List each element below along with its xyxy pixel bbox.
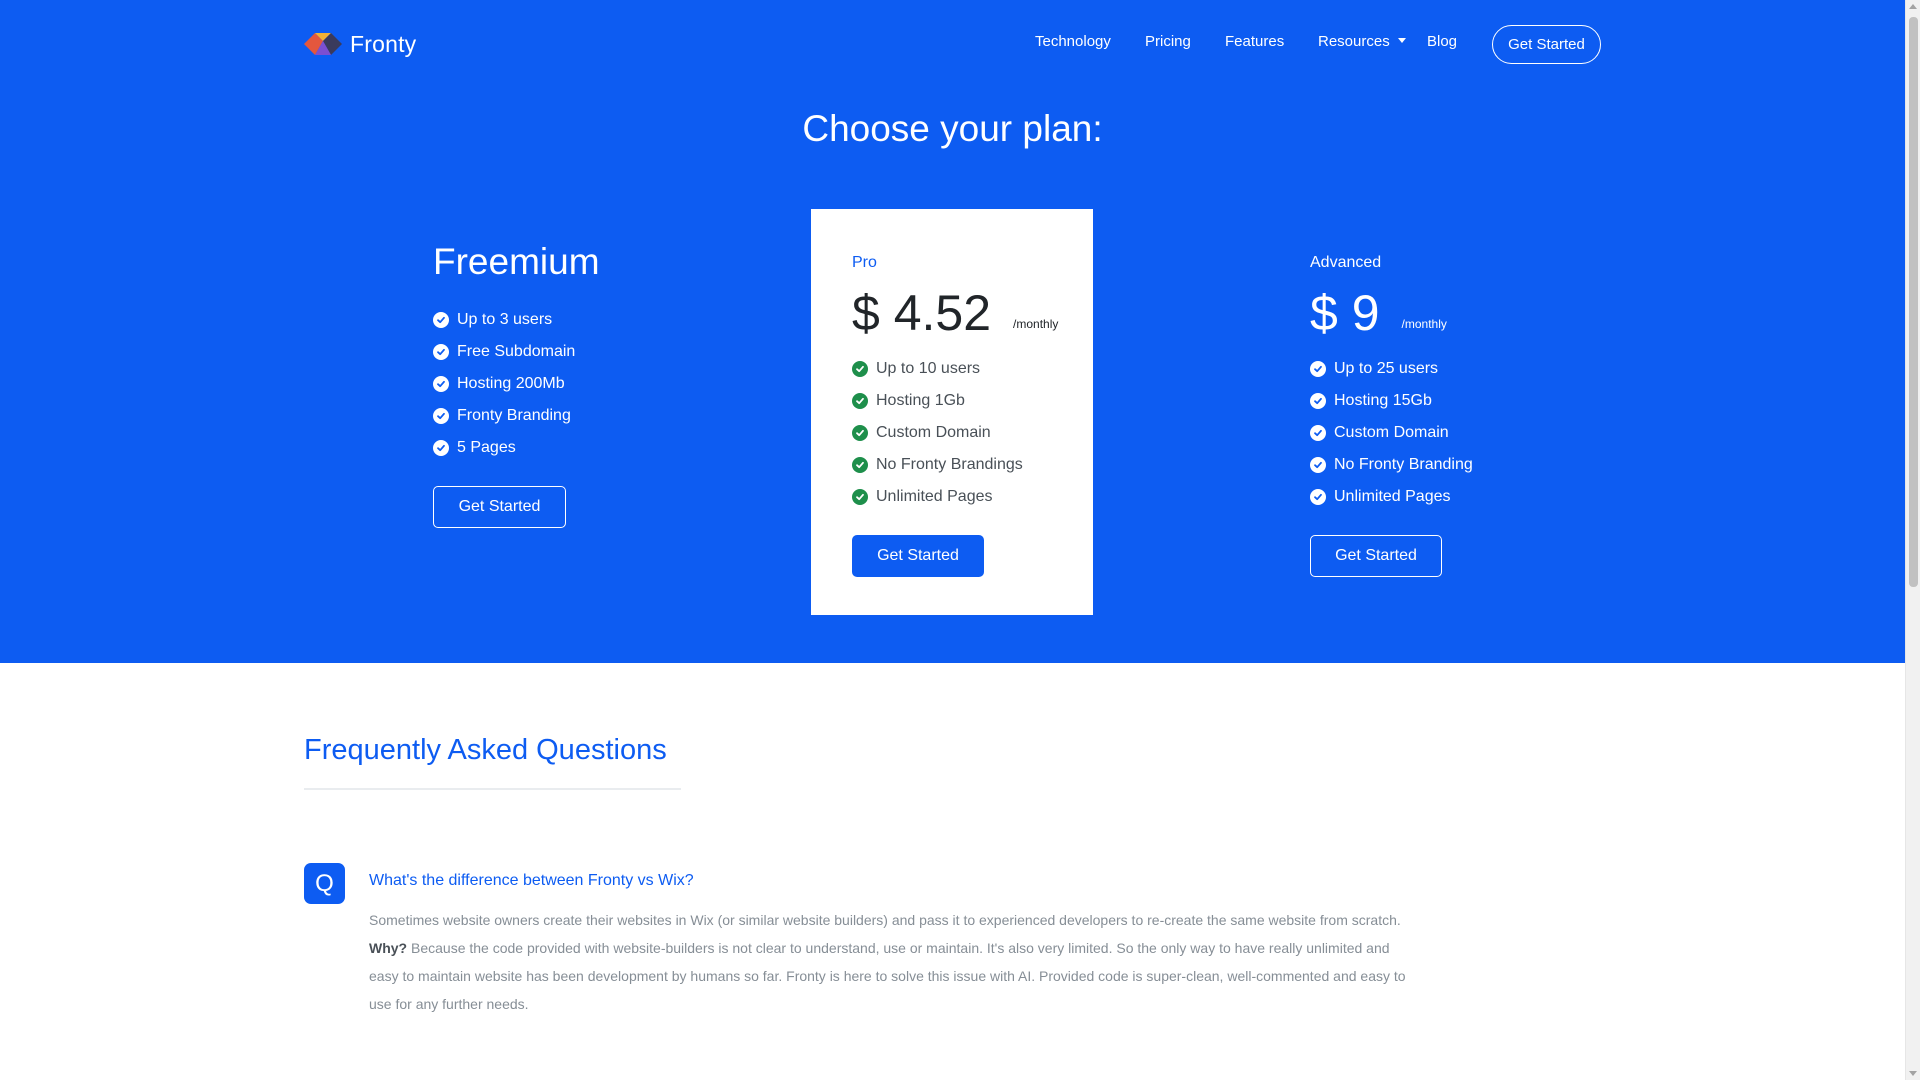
faq-answer-body: Because the code provided with website-b… <box>369 940 1406 1012</box>
plan-feature: Hosting 15Gb <box>1310 385 1610 417</box>
plan-feature-label: Hosting 1Gb <box>876 392 965 409</box>
plan-price: $ 4.52 /monthly <box>852 279 1093 339</box>
plan-feature-list: Up to 3 users Free Subdomain Hosting 200… <box>433 304 733 464</box>
check-circle-icon <box>1310 489 1326 505</box>
caret-down-icon <box>1397 38 1406 43</box>
plan-feature: Free Subdomain <box>433 336 733 368</box>
nav-dropdown-resources[interactable]: Resources <box>1318 33 1406 50</box>
page-scrollbar[interactable] <box>1905 0 1920 1080</box>
plan-feature-label: No Fronty Brandings <box>876 456 1023 473</box>
plan-feature-label: Up to 25 users <box>1334 360 1439 377</box>
plan-price: $ 9 /monthly <box>1310 279 1610 339</box>
price-amount: $ 4.52 <box>852 285 992 341</box>
plan-feature-label: No Fronty Branding <box>1334 456 1473 473</box>
plan-feature: Unlimited Pages <box>1310 481 1610 513</box>
plan-pro-card: Pro $ 4.52 /monthly Up to 10 users Hosti… <box>811 209 1093 615</box>
check-circle-icon <box>433 376 449 392</box>
page-title: Choose your plan: <box>802 108 1103 149</box>
nav-get-started-button[interactable]: Get Started <box>1492 25 1601 64</box>
check-circle-icon <box>1310 393 1326 409</box>
advanced-get-started-button[interactable]: Get Started <box>1310 535 1442 577</box>
check-circle-icon <box>1310 457 1326 473</box>
plan-feature: Unlimited Pages <box>852 481 1093 513</box>
check-circle-icon <box>852 457 868 473</box>
faq-question[interactable]: What's the difference between Fronty vs … <box>369 872 694 890</box>
faq-answer-label: Why? <box>369 940 408 956</box>
check-circle-icon <box>852 489 868 505</box>
pricing-hero: Fronty Technology Pricing Features Resou… <box>0 0 1905 663</box>
check-circle-icon <box>433 440 449 456</box>
faq-title: Frequently Asked Questions <box>304 734 667 766</box>
nav-link-blog[interactable]: Blog <box>1427 33 1457 50</box>
nav-link-features[interactable]: Features <box>1225 33 1284 50</box>
plan-feature-label: Custom Domain <box>876 424 991 441</box>
check-circle-icon <box>433 408 449 424</box>
plan-feature: No Fronty Branding <box>1310 449 1610 481</box>
scroll-down-arrow-icon[interactable] <box>1909 1071 1917 1076</box>
price-amount: $ 9 <box>1310 285 1380 341</box>
plan-feature-label: Custom Domain <box>1334 424 1449 441</box>
fronty-logo-icon <box>304 33 342 55</box>
plan-feature-label: 5 Pages <box>457 439 516 456</box>
faq-answer: Sometimes website owners create their we… <box>369 906 1409 1018</box>
top-navbar: Fronty Technology Pricing Features Resou… <box>0 0 1905 90</box>
scroll-up-arrow-icon[interactable] <box>1909 4 1917 9</box>
check-circle-icon <box>433 344 449 360</box>
check-circle-icon <box>1310 425 1326 441</box>
plan-advanced: Advanced $ 9 /monthly Up to 25 users Hos… <box>1310 240 1610 577</box>
plan-feature-label: Hosting 15Gb <box>1334 392 1432 409</box>
faq-question-badge: Q <box>304 863 345 904</box>
plan-freemium: Freemium Up to 3 users Free Subdomain Ho… <box>433 240 733 528</box>
plan-feature: Hosting 200Mb <box>433 368 733 400</box>
price-period: /monthly <box>1401 317 1447 331</box>
plan-feature: Up to 10 users <box>852 353 1093 385</box>
brand-logo[interactable]: Fronty <box>304 29 416 59</box>
plan-feature: Up to 3 users <box>433 304 733 336</box>
plan-feature-label: Up to 3 users <box>457 311 553 328</box>
check-circle-icon <box>433 312 449 328</box>
check-circle-icon <box>852 361 868 377</box>
plan-feature: Fronty Branding <box>433 400 733 432</box>
plan-feature: No Fronty Brandings <box>852 449 1093 481</box>
pro-get-started-button[interactable]: Get Started <box>852 535 984 577</box>
price-period: /monthly <box>1013 317 1059 331</box>
plan-feature-label: Up to 10 users <box>876 360 981 377</box>
nav-link-pricing[interactable]: Pricing <box>1145 33 1191 50</box>
plan-feature-label: Hosting 200Mb <box>457 375 565 392</box>
plan-feature: 5 Pages <box>433 432 733 464</box>
plan-feature-label: Unlimited Pages <box>1334 488 1451 505</box>
plan-feature-label: Free Subdomain <box>457 343 576 360</box>
check-circle-icon <box>1310 361 1326 377</box>
scrollbar-thumb[interactable] <box>1909 17 1918 587</box>
plan-feature-label: Fronty Branding <box>457 407 571 424</box>
brand-name: Fronty <box>350 30 417 57</box>
nav-link-technology[interactable]: Technology <box>1035 33 1111 50</box>
plan-feature: Up to 25 users <box>1310 353 1610 385</box>
plan-feature-label: Unlimited Pages <box>876 488 993 505</box>
plan-name: Pro <box>852 254 877 271</box>
check-circle-icon <box>852 425 868 441</box>
check-circle-icon <box>852 393 868 409</box>
plan-feature: Custom Domain <box>852 417 1093 449</box>
faq-divider <box>304 788 681 790</box>
nav-link-resources-label: Resources <box>1318 33 1390 50</box>
plan-feature: Custom Domain <box>1310 417 1610 449</box>
plan-name: Advanced <box>1310 254 1382 271</box>
plan-feature: Hosting 1Gb <box>852 385 1093 417</box>
plan-name: Freemium <box>433 241 600 282</box>
freemium-get-started-button[interactable]: Get Started <box>433 486 566 528</box>
plan-feature-list: Up to 25 users Hosting 15Gb Custom Domai… <box>1310 353 1610 513</box>
plan-feature-list: Up to 10 users Hosting 1Gb Custom Domain… <box>852 353 1093 513</box>
faq-answer-intro: Sometimes website owners create their we… <box>369 912 1401 928</box>
